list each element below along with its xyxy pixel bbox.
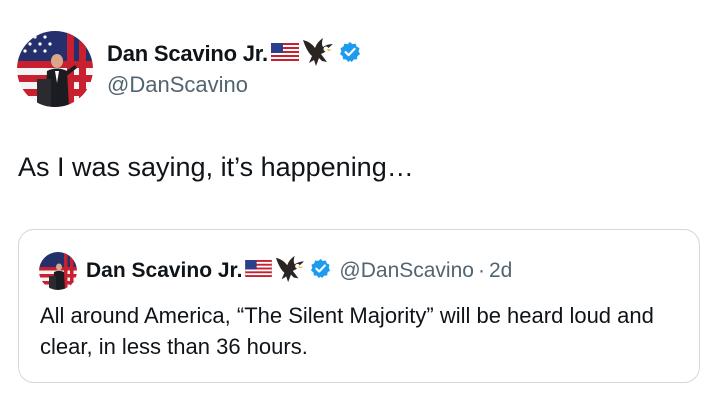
verified-badge-icon — [310, 258, 331, 284]
quoted-timestamp[interactable]: 2d — [489, 259, 512, 283]
quoted-tweet-text: All around America, “The Silent Majority… — [40, 303, 654, 359]
author-name-line: Dan Scavino Jr. — [107, 37, 361, 69]
verified-badge-icon — [339, 41, 361, 68]
tweet-text: As I was saying, it’s happening… — [18, 152, 414, 182]
quoted-separator: · — [477, 259, 485, 282]
us-flag-icon — [270, 42, 300, 66]
author-handle[interactable]: @DanScavino — [107, 72, 361, 98]
avatar[interactable] — [17, 31, 93, 107]
quoted-avatar — [39, 252, 77, 290]
quoted-tweet-card[interactable]: Dan Scavino Jr. @DanScavino · 2d All aro… — [18, 229, 700, 383]
quoted-avatar-image — [39, 252, 77, 290]
eagle-icon — [301, 36, 335, 73]
quoted-author-handle: @DanScavino — [339, 259, 474, 282]
avatar-image — [17, 31, 93, 107]
author-row: Dan Scavino Jr. @DanScavino — [17, 31, 361, 107]
us-flag-icon — [245, 259, 273, 282]
author-names: Dan Scavino Jr. @DanScavino — [107, 37, 361, 98]
tweet: Dan Scavino Jr. @DanScavino As I was say… — [0, 0, 720, 406]
quoted-author-display-name: Dan Scavino Jr. — [86, 259, 243, 282]
quoted-tweet-header: Dan Scavino Jr. @DanScavino · 2d — [39, 252, 512, 290]
author-display-name[interactable]: Dan Scavino Jr. — [107, 41, 268, 67]
eagle-icon — [274, 254, 306, 289]
